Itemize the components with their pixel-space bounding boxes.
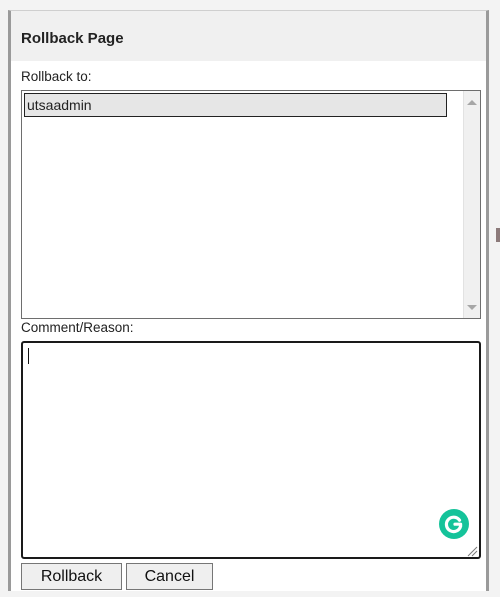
grammarly-icon[interactable] (439, 509, 469, 539)
cancel-button[interactable]: Cancel (126, 563, 213, 590)
text-caret (28, 348, 29, 364)
rollback-dialog: Rollback Page Rollback to: utsaadmin Com… (8, 10, 489, 591)
dialog-title: Rollback Page (21, 30, 124, 47)
comment-reason-textarea[interactable] (21, 341, 481, 559)
rollback-to-label: Rollback to: (21, 69, 92, 84)
scroll-up-icon[interactable] (467, 100, 477, 105)
dialog-titlebar: Rollback Page (11, 11, 486, 61)
listbox-scrollbar[interactable] (463, 91, 480, 318)
scroll-down-icon[interactable] (467, 305, 477, 310)
list-item[interactable]: utsaadmin (24, 93, 447, 117)
comment-reason-label: Comment/Reason: (21, 320, 134, 335)
rollback-to-listbox[interactable]: utsaadmin (21, 90, 481, 319)
resize-grip-icon[interactable] (466, 544, 478, 557)
rollback-button[interactable]: Rollback (21, 563, 122, 590)
background-edge-mark (496, 228, 500, 242)
